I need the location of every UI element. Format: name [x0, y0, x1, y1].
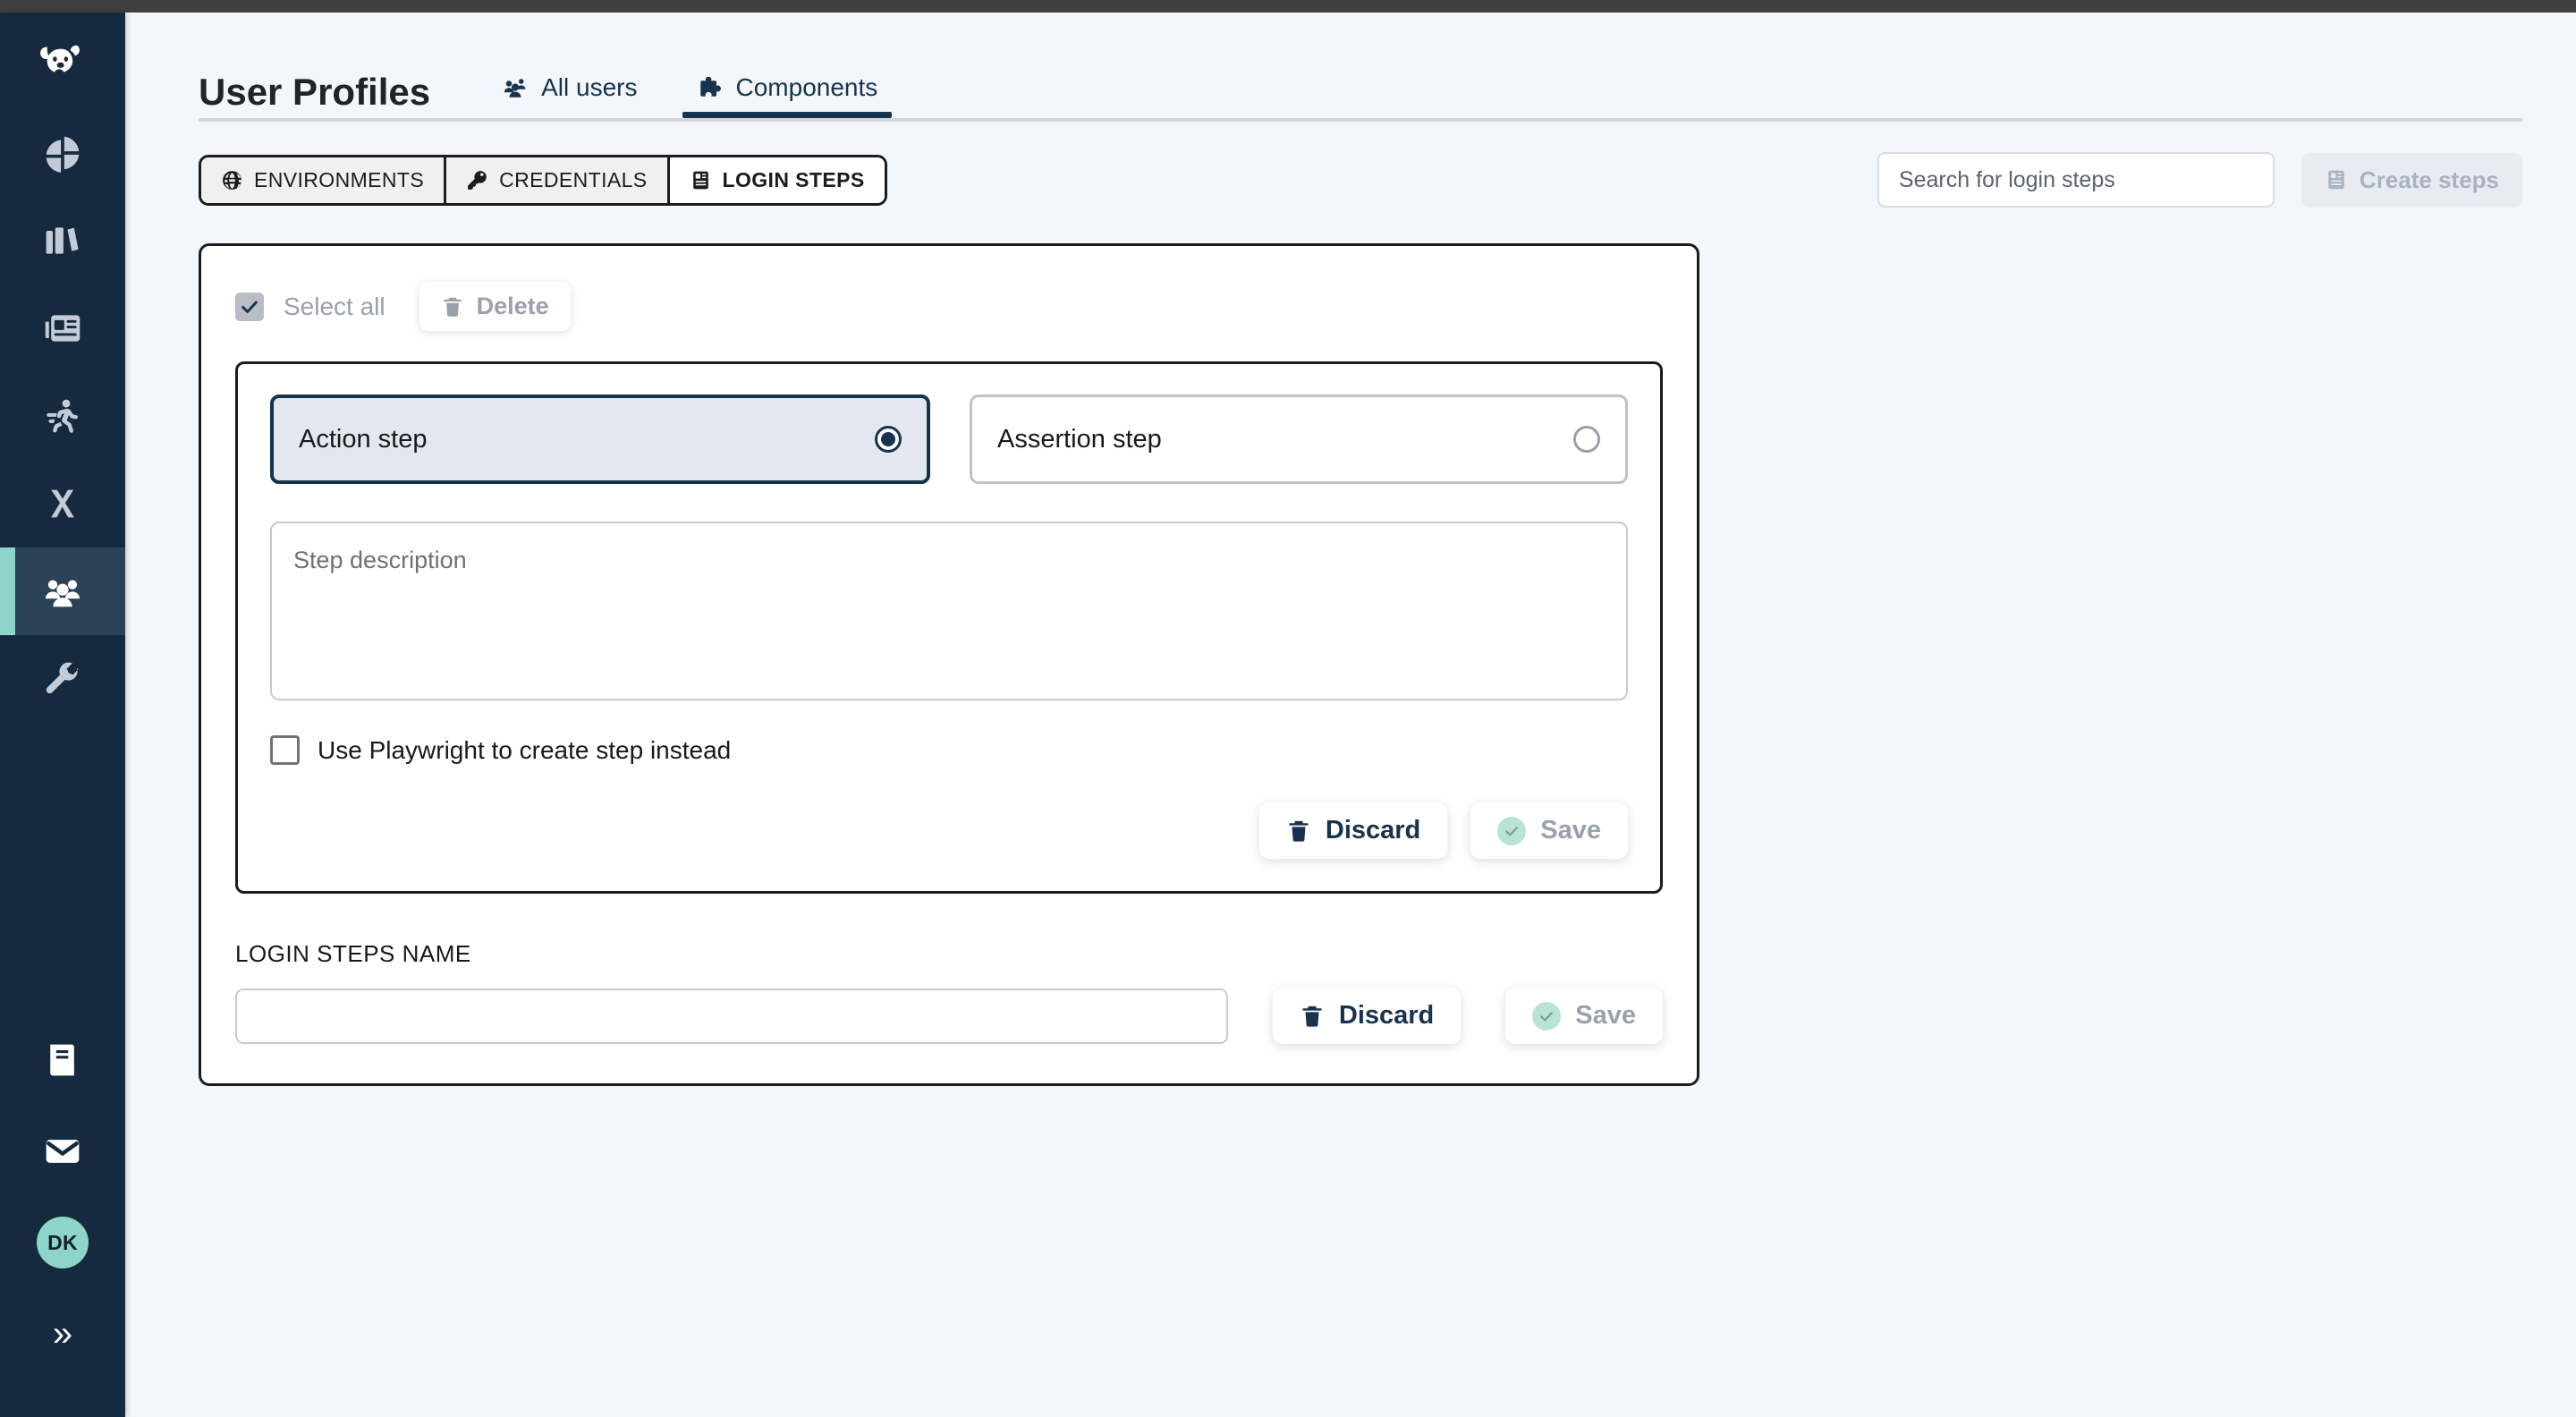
- page-header: User Profiles All users Components: [125, 13, 2576, 118]
- sidebar-item-user-profiles[interactable]: [0, 547, 125, 635]
- tab-label: All users: [541, 73, 638, 101]
- browser-chrome-bar: [0, 0, 2576, 13]
- newspaper-icon: [45, 315, 80, 342]
- radio-label: Action step: [299, 424, 428, 454]
- sidebar-bottom: DK »: [0, 1014, 125, 1417]
- x-icon: [51, 489, 74, 518]
- step-description-input[interactable]: [270, 522, 1628, 700]
- avatar-wrap: DK: [37, 1197, 89, 1288]
- step-save-button[interactable]: Save: [1470, 802, 1628, 859]
- koala-logo-icon: [40, 45, 80, 72]
- select-all-checkbox[interactable]: [235, 292, 264, 321]
- sidebar-item-settings[interactable]: [0, 635, 125, 723]
- radio-option-action-step[interactable]: Action step: [270, 395, 930, 484]
- component-type-segmented-control: ENVIRONMENTS CREDENTIALS LOGIN STEPS: [199, 154, 887, 206]
- playwright-option-row: Use Playwright to create step instead: [270, 735, 1628, 765]
- radio-label: Assertion step: [997, 424, 1162, 454]
- check-circle-icon: [1532, 1001, 1562, 1031]
- toolbar-right: Create steps: [1877, 152, 2522, 208]
- step-save-label: Save: [1540, 816, 1601, 844]
- create-steps-button[interactable]: Create steps: [2301, 152, 2522, 208]
- segment-label: LOGIN STEPS: [722, 167, 865, 191]
- search-input[interactable]: [1877, 152, 2275, 208]
- trash-icon: [443, 297, 462, 317]
- header-tabs: All users Components: [487, 73, 893, 118]
- tab-components[interactable]: Components: [682, 73, 893, 118]
- tab-label: Components: [735, 73, 878, 101]
- runner-icon: [47, 399, 79, 433]
- key-icon: [468, 170, 487, 190]
- login-steps-name-row: Discard Save: [235, 988, 1663, 1044]
- step-type-radio-group: Action step Assertion step: [270, 395, 1628, 484]
- sidebar-item-docs[interactable]: [0, 1014, 125, 1106]
- trash-icon: [1302, 1005, 1322, 1027]
- name-save-label: Save: [1575, 1001, 1636, 1030]
- sidebar-item-reports[interactable]: [0, 284, 125, 372]
- delete-button[interactable]: Delete: [419, 282, 571, 331]
- envelope-icon: [46, 1140, 80, 1163]
- book-docs-icon: [50, 1044, 74, 1076]
- users-icon: [504, 79, 526, 98]
- sidebar: DK »: [0, 13, 125, 1417]
- playwright-checkbox[interactable]: [270, 735, 300, 765]
- login-steps-panel: Select all Delete Action step Assertion …: [199, 243, 1699, 1086]
- toolbar: ENVIRONMENTS CREDENTIALS LOGIN STEPS Sea…: [125, 122, 2576, 208]
- sidebar-item-x[interactable]: [0, 460, 125, 547]
- create-steps-label: Create steps: [2359, 165, 2499, 193]
- wrench-icon: [46, 662, 79, 694]
- step-discard-button[interactable]: Discard: [1258, 802, 1448, 859]
- sidebar-item-runs[interactable]: [0, 372, 125, 460]
- main-content: User Profiles All users Components ENVIR…: [125, 13, 2576, 1417]
- radio-indicator-unselected: [1573, 426, 1600, 453]
- segment-environments[interactable]: ENVIRONMENTS: [201, 157, 445, 203]
- page-title: User Profiles: [199, 71, 431, 113]
- name-save-button[interactable]: Save: [1505, 988, 1663, 1044]
- login-steps-name-label: LOGIN STEPS NAME: [235, 940, 471, 967]
- selection-toolbar: Select all Delete: [235, 282, 1663, 331]
- app-root: DK » User Profiles All users Components …: [0, 0, 2576, 1417]
- name-discard-label: Discard: [1338, 1001, 1435, 1030]
- step-actions: Discard Save: [270, 802, 1628, 859]
- card-icon: [2328, 170, 2344, 190]
- sidebar-nav: [0, 109, 125, 723]
- segment-login-steps[interactable]: LOGIN STEPS: [666, 157, 885, 203]
- trash-icon: [1289, 820, 1309, 842]
- puzzle-piece-icon: [699, 76, 721, 97]
- sidebar-item-dashboard[interactable]: [0, 109, 125, 197]
- globe-icon: [223, 170, 242, 190]
- sidebar-item-mail[interactable]: [0, 1106, 125, 1197]
- users-icon: [45, 580, 80, 607]
- sidebar-expand-button[interactable]: »: [0, 1288, 125, 1379]
- check-icon: [242, 300, 258, 313]
- books-icon: [46, 227, 79, 254]
- double-chevron-right-icon: »: [52, 1314, 73, 1353]
- sidebar-item-library[interactable]: [0, 197, 125, 284]
- login-steps-name-input[interactable]: [235, 988, 1228, 1044]
- check-circle-icon: [1497, 816, 1527, 845]
- pie-chart-icon: [46, 136, 80, 173]
- step-discard-label: Discard: [1325, 816, 1421, 844]
- app-logo[interactable]: [0, 13, 125, 109]
- name-discard-button[interactable]: Discard: [1272, 988, 1462, 1044]
- segment-label: CREDENTIALS: [499, 167, 648, 191]
- card-icon: [692, 171, 708, 189]
- segment-credentials[interactable]: CREDENTIALS: [444, 157, 667, 203]
- delete-label: Delete: [476, 293, 549, 319]
- select-all-label: Select all: [284, 292, 386, 320]
- avatar[interactable]: DK: [37, 1217, 89, 1269]
- step-editor-card: Action step Assertion step Use Playwrigh…: [235, 361, 1663, 894]
- radio-option-assertion-step[interactable]: Assertion step: [970, 395, 1628, 484]
- playwright-checkbox-label: Use Playwright to create step instead: [318, 735, 732, 764]
- segment-label: ENVIRONMENTS: [254, 167, 425, 191]
- tab-all-users[interactable]: All users: [487, 73, 651, 118]
- radio-indicator-selected: [875, 426, 902, 453]
